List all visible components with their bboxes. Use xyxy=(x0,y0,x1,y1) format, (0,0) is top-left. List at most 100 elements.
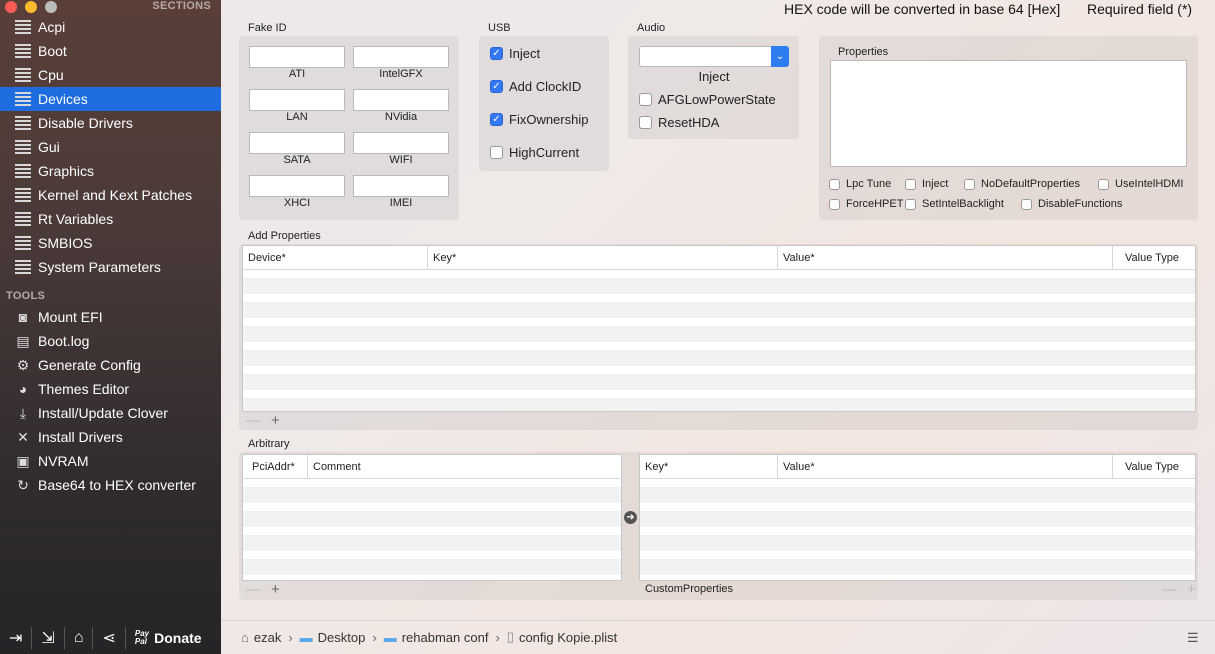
tool-item-boot-log[interactable]: ▤ Boot.log xyxy=(0,329,221,353)
list-icon xyxy=(14,115,32,131)
sidebar-item-kernel-and-kext-patches[interactable]: Kernel and Kext Patches xyxy=(0,183,221,207)
column-arb-value-type[interactable]: Value Type xyxy=(1113,455,1195,479)
audio-afglowpowerstate-checkbox[interactable]: AFGLowPowerState xyxy=(639,92,776,107)
home-icon: ⌂ xyxy=(73,629,84,646)
tool-item-nvram[interactable]: ▣ NVRAM xyxy=(0,449,221,473)
share-button[interactable]: ⋖ xyxy=(93,627,126,649)
checkbox-icon xyxy=(964,178,975,190)
properties-disablefunctions-checkbox[interactable]: DisableFunctions xyxy=(1021,198,1122,210)
zoom-window-button[interactable] xyxy=(45,1,57,13)
properties-lpc-tune-checkbox[interactable]: Lpc Tune xyxy=(829,178,891,190)
breadcrumb-item-ezak[interactable]: ⌂ ezak xyxy=(241,630,281,645)
column-device[interactable]: Device* xyxy=(243,246,428,270)
chevron-down-icon[interactable]: ⌄ xyxy=(771,46,789,67)
sidebar: SECTIONS Acpi Boot Cpu Devices Disable Drive… xyxy=(0,0,221,654)
column-pciaddr[interactable]: PciAddr* xyxy=(243,455,308,479)
sidebar-item-label: Rt Variables xyxy=(38,211,114,227)
sidebar-item-disable-drivers[interactable]: Disable Drivers xyxy=(0,111,221,135)
close-window-button[interactable] xyxy=(5,1,17,13)
fake-id-intelgfx-field[interactable] xyxy=(353,46,449,68)
usb-highcurrent-checkbox[interactable]: HighCurrent xyxy=(490,145,579,160)
column-arb-value[interactable]: Value* xyxy=(778,455,1113,479)
add-arbitrary-button[interactable]: + xyxy=(271,581,280,598)
audio-resethda-checkbox[interactable]: ResetHDA xyxy=(639,115,719,130)
usb-inject-checkbox[interactable]: ✓ Inject xyxy=(490,46,540,61)
import-button[interactable]: ⇥ xyxy=(0,627,33,649)
sidebar-item-gui[interactable]: Gui xyxy=(0,135,221,159)
sidebar-item-cpu[interactable]: Cpu xyxy=(0,63,221,87)
column-value-type[interactable]: Value Type xyxy=(1113,246,1195,270)
breadcrumb-item-desktop[interactable]: ▬ Desktop xyxy=(300,630,366,645)
folder-icon: ▬ xyxy=(299,629,313,645)
properties-textarea[interactable] xyxy=(830,60,1187,167)
add-properties-header: Device* Key* Value* Value Type xyxy=(243,246,1195,270)
menu-icon[interactable]: ☰ xyxy=(1187,630,1201,646)
arbitrary-left-table[interactable]: PciAddr* Comment xyxy=(242,454,622,581)
fake-id-ati-field[interactable] xyxy=(249,46,345,68)
fake-id-imei-field[interactable] xyxy=(353,175,449,197)
sidebar-item-boot[interactable]: Boot xyxy=(0,39,221,63)
column-key[interactable]: Key* xyxy=(428,246,778,270)
usb-fixownership-checkbox[interactable]: ✓ FixOwnership xyxy=(490,112,588,127)
audio-inject-combobox[interactable]: ⌄ xyxy=(639,46,789,67)
tool-item-generate-config[interactable]: ⚙ Generate Config xyxy=(0,353,221,377)
home-icon: ⌂ xyxy=(241,629,249,645)
fake-id-sata-label: SATA xyxy=(283,154,311,166)
audio-option-label: ResetHDA xyxy=(658,115,720,130)
arbitrary-title: Arbitrary xyxy=(248,438,290,450)
column-value[interactable]: Value* xyxy=(778,246,1113,270)
tool-item-themes-editor[interactable]: ◕ Themes Editor xyxy=(0,377,221,401)
import-icon: ⇥ xyxy=(9,630,23,647)
sidebar-item-graphics[interactable]: Graphics xyxy=(0,159,221,183)
fake-id-xhci-label: XHCI xyxy=(283,197,311,209)
minimize-window-button[interactable] xyxy=(25,1,37,13)
properties-useintelhdmi-checkbox[interactable]: UseIntelHDMI xyxy=(1098,178,1183,190)
arbitrary-right-table[interactable]: Key* Value* Value Type xyxy=(639,454,1196,581)
add-custom-property-button[interactable]: + xyxy=(1187,581,1196,598)
breadcrumb-item-rehabman-conf[interactable]: ▬ rehabman conf xyxy=(384,630,489,645)
export-button[interactable]: ⇲ xyxy=(32,627,65,649)
home-button[interactable]: ⌂ xyxy=(65,627,94,649)
refresh-icon: ↻ xyxy=(17,476,29,493)
properties-setintelbacklight-checkbox[interactable]: SetIntelBacklight xyxy=(905,198,1004,210)
tool-item-mount-efi[interactable]: ◙ Mount EFI xyxy=(0,305,221,329)
checkmark-icon: ✓ xyxy=(490,113,503,126)
remove-property-button[interactable]: — xyxy=(246,412,261,429)
properties-inject-checkbox[interactable]: Inject xyxy=(905,178,948,190)
remove-arbitrary-button[interactable]: — xyxy=(246,581,261,598)
fake-id-nvidia-field[interactable] xyxy=(353,89,449,111)
breadcrumb-label: Desktop xyxy=(317,629,366,645)
fake-id-lan-field[interactable] xyxy=(249,89,345,111)
fake-id-xhci-field[interactable] xyxy=(249,175,345,197)
chevron-right-icon: › xyxy=(288,629,293,645)
properties-nodefaultproperties-checkbox[interactable]: NoDefaultProperties xyxy=(964,178,1080,190)
properties-forcehpet-checkbox[interactable]: ForceHPET xyxy=(829,198,903,210)
sidebar-item-rt-variables[interactable]: Rt Variables xyxy=(0,207,221,231)
checkbox-icon xyxy=(829,198,840,210)
add-properties-table[interactable]: Device* Key* Value* Value Type xyxy=(242,245,1196,412)
usb-add-clockid-checkbox[interactable]: ✓ Add ClockID xyxy=(490,79,581,94)
arbitrary-right-rows xyxy=(640,479,1195,580)
sidebar-item-system-parameters[interactable]: System Parameters xyxy=(0,255,221,279)
tool-item-install-drivers[interactable]: ✕ Install Drivers xyxy=(0,425,221,449)
fake-id-wifi-field[interactable] xyxy=(353,132,449,154)
add-property-button[interactable]: + xyxy=(271,412,280,429)
breadcrumb-item-config-kopie-plist[interactable]: ▯ config Kopie.plist xyxy=(507,629,617,645)
tool-item-install-update-clover[interactable]: ⤓ Install/Update Clover xyxy=(0,401,221,425)
arrow-right-icon[interactable]: ➜ xyxy=(624,511,637,524)
donate-button[interactable]: Pay Pal Donate xyxy=(126,627,211,649)
fake-id-nvidia-label: NVidia xyxy=(384,111,418,123)
tools-icon: ✕ xyxy=(17,428,29,445)
sidebar-item-smbios[interactable]: SMBIOS xyxy=(0,231,221,255)
audio-option-label: AFGLowPowerState xyxy=(658,92,776,107)
tool-item-base64-to-hex-converter[interactable]: ↻ Base64 to HEX converter xyxy=(0,473,221,497)
tool-item-label: Boot.log xyxy=(38,333,90,349)
tool-item-label: Generate Config xyxy=(38,357,141,373)
audio-title: Audio xyxy=(637,22,666,34)
remove-custom-property-button[interactable]: — xyxy=(1162,581,1177,598)
column-arb-key[interactable]: Key* xyxy=(640,455,778,479)
sidebar-item-acpi[interactable]: Acpi xyxy=(0,15,221,39)
fake-id-sata-field[interactable] xyxy=(249,132,345,154)
sidebar-item-devices[interactable]: Devices xyxy=(0,87,221,111)
column-comment[interactable]: Comment xyxy=(308,455,621,479)
